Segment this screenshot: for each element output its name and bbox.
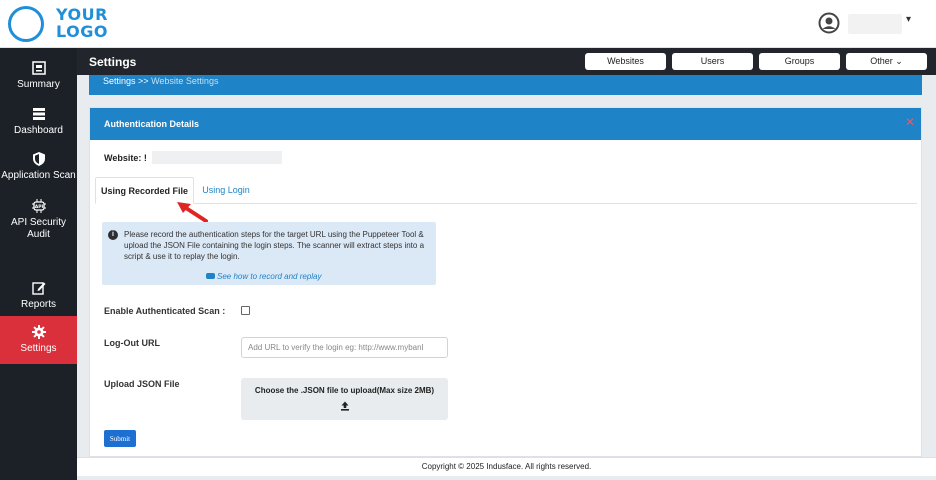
how-to-record-link[interactable]: See how to record and replay [206, 272, 322, 281]
authentication-card: Authentication Details ✕ Website: ! Usin… [89, 107, 922, 457]
other-dropdown[interactable]: Other ⌄ [846, 53, 927, 70]
top-header: YOUR LOGO ▾ [0, 0, 936, 48]
info-icon: i [108, 230, 118, 240]
sidebar-item-label: Reports [20, 299, 56, 310]
user-caret-icon: ▾ [906, 14, 912, 25]
gear-icon [31, 325, 46, 339]
info-text: Please record the authentication steps f… [124, 230, 425, 261]
website-value: ! [143, 153, 147, 163]
sidebar-item-label: API Security Audit [10, 217, 67, 240]
breadcrumb-current: Website Settings [151, 76, 219, 86]
dashboard-icon [32, 108, 45, 120]
submit-button[interactable]: Submit [104, 430, 136, 447]
logo-line-2: LOGO [56, 22, 108, 41]
sidebar-item-label: Dashboard [14, 125, 63, 136]
logo-circle-icon [8, 6, 44, 42]
info-box: i Please record the authentication steps… [102, 222, 436, 285]
sidebar-item-label: Application Scan [1, 170, 76, 181]
sidebar-item-label: Settings [20, 343, 57, 354]
upload-text: Choose the .JSON file to upload(Max size… [254, 386, 435, 395]
upload-json-label: Upload JSON File [104, 379, 180, 389]
sidebar-item-application-scan[interactable]: Application Scan [0, 151, 77, 201]
logo-line-1: YOUR [56, 5, 108, 24]
logout-url-input[interactable] [241, 337, 448, 358]
api-icon: API [31, 199, 46, 213]
footer: Copyright © 2025 Indusface. All rights r… [77, 457, 936, 476]
sidebar: Summary Dashboard Application Scan API A… [0, 48, 77, 480]
app-window: YOUR LOGO ▾ Summary Dashboard Applicatio… [0, 0, 936, 480]
logo-text: YOUR LOGO [56, 6, 108, 40]
page-title: Settings [89, 55, 137, 69]
sidebar-item-label: Summary [17, 79, 60, 90]
groups-button[interactable]: Groups [759, 53, 840, 70]
website-label: Website: [104, 153, 144, 163]
card-header: Authentication Details ✕ [90, 108, 921, 140]
breadcrumb: Settings >> Website Settings [103, 76, 218, 86]
sidebar-item-api-security-audit[interactable]: API API Security Audit [0, 198, 77, 260]
copyright-text: Copyright © 2025 Indusface. All rights r… [421, 462, 592, 471]
user-menu[interactable]: ▾ [818, 12, 918, 36]
user-name [848, 14, 902, 34]
breadcrumb-root[interactable]: Settings [103, 76, 136, 86]
website-row: Website: ! [104, 153, 147, 163]
logo[interactable]: YOUR LOGO [8, 6, 107, 44]
title-bar: Settings Websites Users Groups Other ⌄ [77, 48, 936, 75]
websites-button[interactable]: Websites [585, 53, 666, 70]
sidebar-item-settings[interactable]: Settings [0, 316, 77, 364]
auth-tabs: Using Recorded File Using Login [95, 177, 917, 204]
svg-text:API: API [34, 204, 43, 210]
video-icon [206, 273, 215, 279]
website-value-redacted [152, 151, 282, 164]
enable-auth-scan-checkbox[interactable] [241, 306, 250, 315]
breadcrumb-bar: Settings >> Website Settings [89, 75, 922, 95]
user-avatar-icon [818, 12, 840, 34]
enable-auth-scan-label: Enable Authenticated Scan : [104, 306, 226, 316]
breadcrumb-separator: >> [138, 76, 149, 86]
logout-url-label: Log-Out URL [104, 338, 160, 348]
close-icon[interactable]: ✕ [905, 115, 915, 129]
sidebar-item-summary[interactable]: Summary [0, 60, 77, 110]
sidebar-item-dashboard[interactable]: Dashboard [0, 106, 77, 156]
card-title: Authentication Details [104, 119, 200, 129]
users-button[interactable]: Users [672, 53, 753, 70]
upload-json-dropzone[interactable]: Choose the .JSON file to upload(Max size… [241, 378, 448, 420]
edit-icon [31, 282, 45, 295]
how-to-record-link-text: See how to record and replay [217, 272, 322, 281]
upload-icon [340, 401, 349, 411]
summary-icon [31, 61, 46, 75]
shield-icon [32, 152, 45, 166]
